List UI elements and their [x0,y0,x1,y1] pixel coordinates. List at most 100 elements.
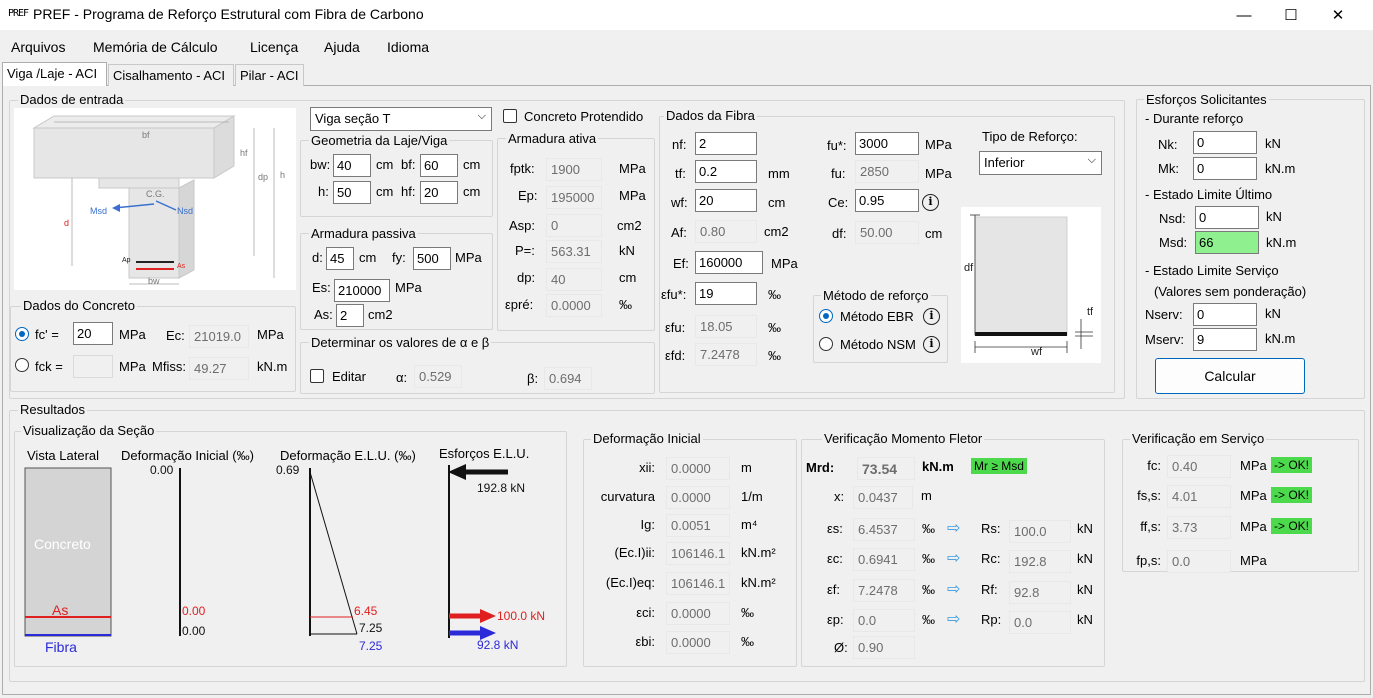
fc-radio[interactable] [15,327,29,341]
h-input[interactable]: 50 [333,181,371,204]
menu-idioma[interactable]: Idioma [387,39,429,55]
menu-arquivos[interactable]: Arquivos [11,39,65,55]
momento-strain-value: 7.2478 [853,579,915,602]
ebr-label: Método EBR [840,309,914,324]
nsm-radio[interactable] [819,337,833,351]
momento-strain-unit: ‰ [922,551,935,566]
h-field-label: h: [318,184,329,199]
tab-viga-laje[interactable]: Viga /Laje - ACI [2,62,107,86]
d-unit: cm [359,250,377,265]
af-label: Af: [671,225,687,240]
momento-strain-label: εs: [827,521,843,536]
efd-label: εfd: [665,348,686,363]
close-button[interactable]: ✕ [1315,0,1361,30]
servico-label: fs,s: [1137,488,1161,503]
rf-diagram-value: 92.8 kN [477,638,518,652]
efu-value: 18.05 [695,315,757,338]
ef-input[interactable]: 160000 [695,251,763,274]
hf-field-label: hf: [401,184,416,199]
fy-field-label: fy: [392,250,406,265]
bw-input[interactable]: 40 [333,154,371,177]
epre-value: 0.0000 [546,294,602,317]
mfiss-unit: kN.m [257,359,288,374]
es-input[interactable]: 210000 [334,279,390,302]
fy-input[interactable]: 500 [413,247,451,270]
concreto-protendido-checkbox[interactable] [503,109,517,123]
calcular-button[interactable]: Calcular [1155,358,1305,394]
editar-label: Editar [332,369,366,384]
d-input[interactable]: 45 [326,247,354,270]
momento-force-unit: kN [1077,551,1093,566]
momento-strain-label: εf: [827,582,841,597]
dp-label: dp [258,172,268,182]
def-inicial-label: (Ec.I)eq: [605,575,655,590]
visualizacao-title: Visualização da Seção [21,423,157,438]
def-inicial-unit: ‰ [741,634,754,649]
def-inicial-value: 0.0051 [666,514,730,537]
nsm-info-icon[interactable]: i [923,336,940,353]
menu-memoria-calculo[interactable]: Memória de Cálculo [93,39,218,55]
momento-strain-label: εp: [827,612,844,627]
ebr-info-icon[interactable]: i [923,308,940,325]
arrow-right-icon: ⇨ [947,611,961,628]
tab-cisalhamento[interactable]: Cisalhamento - ACI [108,64,234,86]
momento-strain-value: 0.0 [853,609,915,632]
editar-checkbox[interactable] [310,369,324,383]
maximize-button[interactable]: ☐ [1268,0,1314,30]
ebr-radio[interactable] [819,309,833,323]
bw-field-label: bw: [310,157,331,172]
efu-star-input[interactable]: 19 [695,282,757,305]
df-diagram-label: df [964,262,974,274]
phi-value: 0.90 [853,636,915,659]
ec-label: Ec: [166,328,185,343]
bf-input[interactable]: 60 [420,154,458,177]
fptk-label: fptk: [510,161,535,176]
mk-input[interactable]: 0 [1193,157,1257,180]
hf-input[interactable]: 20 [420,181,458,204]
def-inicial-value: 106146.1 [666,572,730,595]
alpha-beta-title: Determinar os valores de α e β [309,335,492,350]
momento-strain-unit: ‰ [922,612,935,627]
def-inicial-label: curvatura [600,489,655,504]
fc-input[interactable]: 20 [73,322,113,345]
fu-value: 2850 [855,160,919,183]
fc-unit: MPa [119,327,146,342]
wf-input[interactable]: 20 [695,189,757,212]
fck-radio[interactable] [15,358,29,372]
tab-pilar[interactable]: Pilar - ACI [235,64,304,86]
mrd-unit: kN.m [922,459,954,474]
mserv-input[interactable]: 9 [1193,328,1257,351]
nf-input[interactable]: 2 [695,132,757,155]
fck-unit: MPa [119,359,146,374]
def-inicial-label: εbi: [635,634,655,649]
nk-input[interactable]: 0 [1193,131,1257,154]
efu-unit: ‰ [768,320,781,335]
ce-input[interactable]: 0.95 [855,189,919,212]
fck-input[interactable] [73,355,113,378]
tf-input[interactable]: 0.2 [695,160,757,183]
menu-licenca[interactable]: Licença [250,39,298,55]
as-input[interactable]: 2 [336,304,364,327]
ce-info-icon[interactable]: i [922,194,939,211]
efd-value: 7.2478 [695,343,757,366]
de-top-value: 0.69 [276,463,300,477]
momento-force-label: Rc: [981,551,1001,566]
nserv-input[interactable]: 0 [1193,303,1257,326]
nsd-input[interactable]: 0 [1195,206,1259,229]
def-inicial-unit: m⁴ [741,517,758,532]
menu-ajuda[interactable]: Ajuda [324,39,360,55]
tipo-reforco-select[interactable]: Inferior ⌵ [979,151,1102,175]
def-inicial-unit: 1/m [741,489,763,504]
minimize-button[interactable]: — [1221,0,1267,30]
tipo-reforco-label: Tipo de Reforço: [982,129,1078,144]
msd-input[interactable]: 66 [1195,231,1259,254]
hf-label: hf [240,148,248,158]
chevron-down-icon: ⌵ [477,110,486,122]
arrow-right-icon: ⇨ [947,520,961,537]
section-type-select[interactable]: Viga seção T ⌵ [310,107,492,131]
di-top-value: 0.00 [150,463,174,477]
fibra-section-label: Fibra [45,639,77,655]
tipo-reforco-value: Inferior [984,155,1025,170]
servico-unit: MPa [1240,519,1267,534]
fu-star-input[interactable]: 3000 [855,132,919,155]
